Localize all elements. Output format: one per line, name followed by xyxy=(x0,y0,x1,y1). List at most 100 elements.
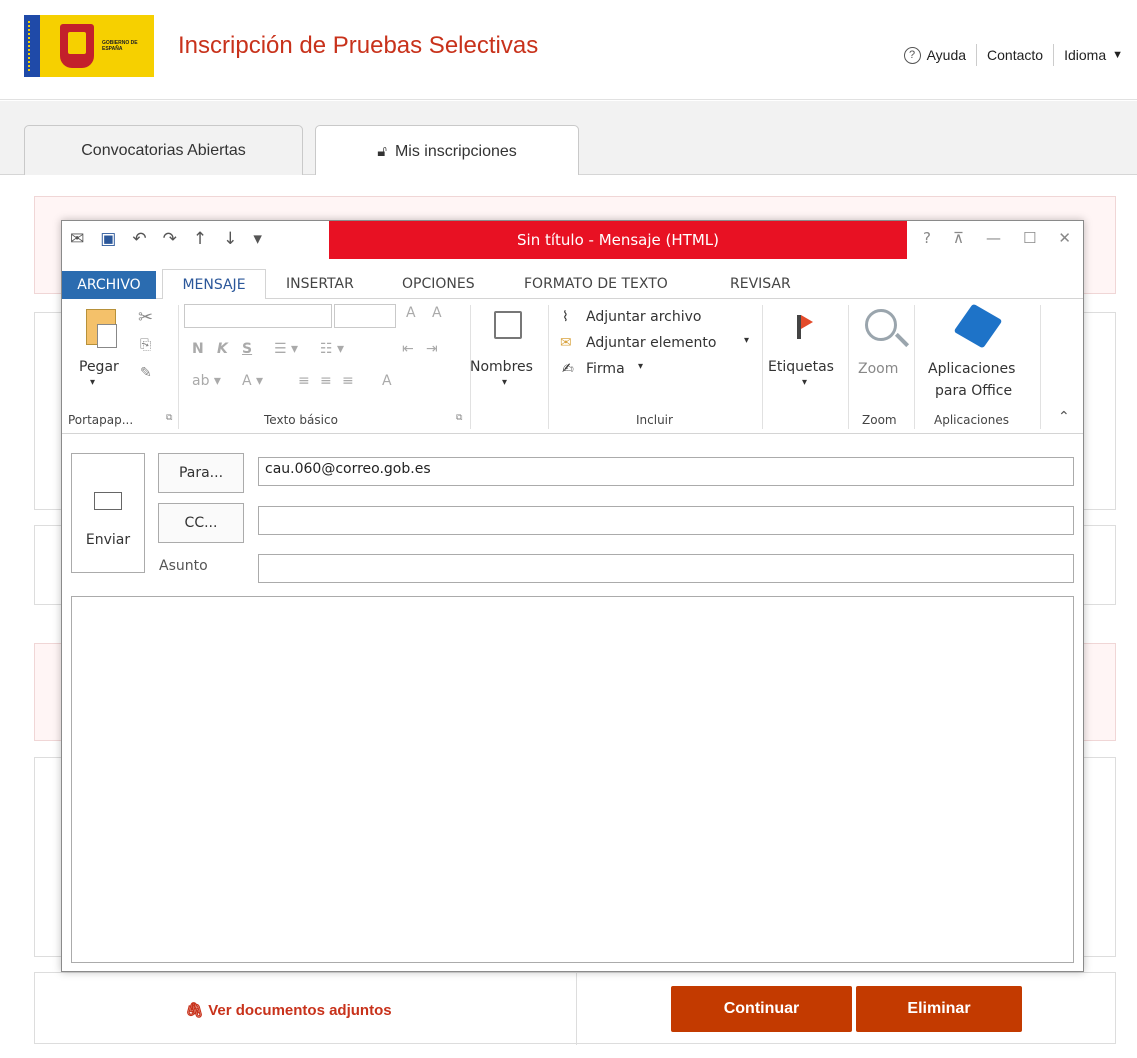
names-dropdown-icon[interactable]: ▾ xyxy=(502,377,507,388)
paste-button[interactable]: Pegar xyxy=(79,359,119,375)
grow-font-icon[interactable]: A xyxy=(406,305,416,321)
clipboard-launcher-icon[interactable]: ⧉ xyxy=(166,413,172,423)
subject-field[interactable] xyxy=(258,554,1074,583)
ribbon: Pegar ▾ ✂ ⎘ ✎ Portapap... ⧉ A A N K S ☰ … xyxy=(62,299,1083,434)
arrow-down-icon[interactable]: ↓ xyxy=(223,229,237,249)
align-center-icon[interactable]: ≡ xyxy=(320,373,332,389)
mail-icon[interactable]: ✉ xyxy=(70,229,84,249)
apps-for-office-button[interactable]: Aplicaciones xyxy=(928,361,1015,377)
attach-file-button[interactable]: Adjuntar archivo xyxy=(586,309,701,325)
zoom-button[interactable]: Zoom xyxy=(858,361,898,377)
collapse-ribbon-icon[interactable]: ⌃ xyxy=(1058,409,1070,425)
continue-button[interactable]: Continuar xyxy=(671,986,852,1032)
tab-insertar[interactable]: INSERTAR xyxy=(286,269,354,299)
tab-mensaje[interactable]: MENSAJE xyxy=(162,269,266,300)
attach-item-dropdown-icon[interactable]: ▾ xyxy=(744,335,749,346)
group-label-include: Incluir xyxy=(636,413,673,427)
group-label-apps: Aplicaciones xyxy=(934,413,1009,427)
tab-opciones[interactable]: OPCIONES xyxy=(402,269,475,299)
tab-convocatorias-abiertas[interactable]: Convocatorias Abiertas xyxy=(24,125,303,176)
italic-icon[interactable]: K xyxy=(217,341,228,357)
tab-formato-de-texto[interactable]: FORMATO DE TEXTO xyxy=(524,269,668,299)
gobierno-logo[interactable]: GOBIERNO DE ESPAÑA xyxy=(24,15,154,77)
tags-dropdown-icon[interactable]: ▾ xyxy=(802,377,807,388)
page-title: Inscripción de Pruebas Selectivas xyxy=(178,32,539,59)
copy-icon[interactable]: ⎘ xyxy=(140,337,151,353)
arrow-up-icon[interactable]: ↑ xyxy=(193,229,207,249)
signature-dropdown-icon[interactable]: ▾ xyxy=(638,361,643,372)
paperclip-icon: ⌇ xyxy=(562,309,569,325)
to-button[interactable]: Para... xyxy=(158,453,244,493)
send-envelope-icon xyxy=(94,492,122,510)
address-book-icon[interactable] xyxy=(494,311,522,339)
increase-indent-icon[interactable]: ⇥ xyxy=(426,341,438,357)
send-button[interactable]: Enviar xyxy=(71,453,145,573)
help-icon[interactable]: ? xyxy=(903,46,921,64)
attach-item-button[interactable]: Adjuntar elemento xyxy=(586,335,716,351)
highlight-icon[interactable]: ab ▾ xyxy=(192,373,221,389)
paste-icon[interactable] xyxy=(86,309,117,348)
save-icon[interactable]: ▣ xyxy=(100,229,116,249)
subject-label: Asunto xyxy=(159,558,208,574)
group-label-basic-text: Texto básico xyxy=(264,413,338,427)
font-size-select[interactable] xyxy=(334,304,396,328)
cc-button[interactable]: CC... xyxy=(158,503,244,543)
undo-icon[interactable]: ↶ xyxy=(132,229,146,249)
divider xyxy=(576,973,577,1045)
window-controls: ? ⊼ — ☐ ✕ xyxy=(923,229,1071,247)
to-field[interactable]: cau.060@correo.gob.es xyxy=(258,457,1074,486)
font-family-select[interactable] xyxy=(184,304,332,328)
logo-text: GOBIERNO DE ESPAÑA xyxy=(102,40,138,52)
bold-icon[interactable]: N xyxy=(192,341,204,357)
group-separator xyxy=(848,305,849,429)
basic-text-launcher-icon[interactable]: ⧉ xyxy=(456,413,462,423)
signature-icon: ✍ xyxy=(562,361,574,377)
shrink-font-icon[interactable]: A xyxy=(432,305,442,321)
zoom-icon[interactable] xyxy=(865,309,897,341)
tags-button[interactable]: Etiquetas xyxy=(768,359,834,375)
contact-link[interactable]: Contacto xyxy=(987,47,1043,63)
view-attachments-link[interactable]: 🖇︎ Ver documentos adjuntos xyxy=(185,1001,392,1019)
align-left-icon[interactable]: ≡ xyxy=(298,373,310,389)
language-selector[interactable]: Idioma xyxy=(1064,47,1106,63)
customize-qat-icon[interactable]: ▾ xyxy=(253,229,262,249)
delete-button[interactable]: Eliminar xyxy=(856,986,1022,1032)
ribbon-display-icon[interactable]: ⊼ xyxy=(953,229,964,247)
attachments-label: Ver documentos adjuntos xyxy=(208,1002,392,1019)
signature-button[interactable]: Firma xyxy=(586,361,625,377)
quick-access-toolbar: ✉ ▣ ↶ ↷ ↑ ↓ ▾ xyxy=(70,229,262,249)
clear-formatting-icon[interactable]: A xyxy=(382,373,392,389)
tab-mis-inscripciones[interactable]: 🔓︎ Mis inscripciones xyxy=(315,125,579,177)
flag-icon[interactable] xyxy=(797,315,813,339)
underline-icon[interactable]: S xyxy=(242,341,252,357)
tab-archivo[interactable]: ARCHIVO xyxy=(62,271,156,299)
cc-field[interactable] xyxy=(258,506,1074,535)
minimize-icon[interactable]: — xyxy=(986,229,1001,247)
coat-of-arms-icon xyxy=(60,24,94,68)
format-painter-icon[interactable]: ✎ xyxy=(140,365,152,381)
group-label-zoom: Zoom xyxy=(862,413,897,427)
outlook-compose-window: ✉ ▣ ↶ ↷ ↑ ↓ ▾ Sin título - Mensaje (HTML… xyxy=(61,220,1084,972)
paste-dropdown-icon[interactable]: ▾ xyxy=(90,377,95,388)
decrease-indent-icon[interactable]: ⇤ xyxy=(402,341,414,357)
top-nav: ? Ayuda Contacto Idioma ▼ xyxy=(903,44,1123,66)
align-right-icon[interactable]: ≡ xyxy=(342,373,354,389)
apps-for-office-button-line2[interactable]: para Office xyxy=(935,383,1012,399)
font-color-icon[interactable]: A ▾ xyxy=(242,373,263,389)
window-titlebar: ✉ ▣ ↶ ↷ ↑ ↓ ▾ Sin título - Mensaje (HTML… xyxy=(62,221,1083,259)
names-button[interactable]: Nombres xyxy=(470,359,533,375)
ribbon-tabs: ARCHIVO MENSAJE INSERTAR OPCIONES FORMAT… xyxy=(62,263,1083,300)
tab-revisar[interactable]: REVISAR xyxy=(730,269,791,299)
message-body[interactable] xyxy=(71,596,1074,963)
numbering-icon[interactable]: ☷ ▾ xyxy=(320,341,344,357)
help-link[interactable]: Ayuda xyxy=(927,47,966,63)
cut-icon[interactable]: ✂ xyxy=(138,307,153,328)
redo-icon[interactable]: ↷ xyxy=(163,229,177,249)
apps-for-office-icon[interactable] xyxy=(953,303,1003,349)
close-icon[interactable]: ✕ xyxy=(1058,229,1071,247)
bullets-icon[interactable]: ☰ ▾ xyxy=(274,341,298,357)
maximize-icon[interactable]: ☐ xyxy=(1023,229,1036,247)
paperclip-icon: 🖇︎ xyxy=(185,1002,209,1019)
caret-down-icon[interactable]: ▼ xyxy=(1112,49,1123,61)
help-icon[interactable]: ? xyxy=(923,229,931,247)
